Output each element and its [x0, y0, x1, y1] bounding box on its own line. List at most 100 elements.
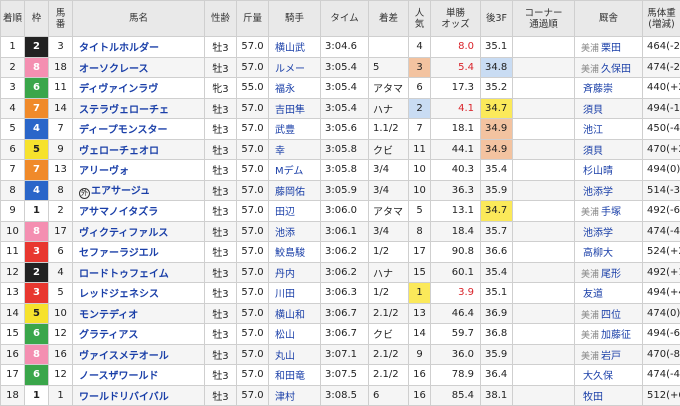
horse-name-link[interactable]: グラティアス — [73, 324, 205, 345]
jockey-link[interactable]: 川田 — [269, 283, 321, 304]
trainer-link[interactable]: 四位 — [601, 310, 621, 321]
jockey-link[interactable]: 横山和 — [269, 303, 321, 324]
horse-name-link[interactable]: ノースザワールド — [73, 365, 205, 386]
trainer-cell[interactable]: 牧田 — [575, 385, 643, 406]
jockey-link[interactable]: 幸 — [269, 139, 321, 160]
jockey-link[interactable]: ルメー — [269, 57, 321, 78]
horse-name-link[interactable]: タイトルホルダー — [73, 37, 205, 58]
trainer-cell[interactable]: 美浦久保田 — [575, 57, 643, 78]
trainer-cell[interactable]: 美浦四位 — [575, 303, 643, 324]
jockey-link[interactable]: 津村 — [269, 385, 321, 406]
header-corner[interactable]: コーナー通過順 — [513, 1, 575, 37]
ninki-cell: 9 — [409, 344, 431, 365]
last3f-cell: 38.1 — [481, 385, 513, 406]
header-ninki[interactable]: 人気 — [409, 1, 431, 37]
jockey-link[interactable]: 福永 — [269, 78, 321, 99]
umaban-cell: 3 — [49, 37, 73, 58]
trainer-link[interactable]: 岩戸 — [601, 351, 621, 362]
horse-name-link[interactable]: 外エアサージュ — [73, 180, 205, 201]
trainer-cell[interactable]: 美浦栗田 — [575, 37, 643, 58]
jockey-link[interactable]: 丹内 — [269, 262, 321, 283]
trainer-cell[interactable]: 池添学 — [575, 221, 643, 242]
trainer-cell[interactable]: 高柳大 — [575, 242, 643, 263]
trainer-link[interactable]: 池添学 — [583, 187, 613, 198]
horse-name-link[interactable]: ステラヴェローチェ — [73, 98, 205, 119]
horse-name-link[interactable]: ディープモンスター — [73, 119, 205, 140]
jockey-link[interactable]: 武豊 — [269, 119, 321, 140]
trainer-link[interactable]: 杉山晴 — [583, 166, 613, 177]
trainer-link[interactable]: 大久保 — [583, 371, 613, 382]
horse-name[interactable]: エアサージュ — [91, 186, 150, 197]
trainer-link[interactable]: 牧田 — [583, 392, 603, 403]
header-sexage[interactable]: 性齢 — [205, 1, 237, 37]
jockey-link[interactable]: 横山武 — [269, 37, 321, 58]
jockey-link[interactable]: 池添 — [269, 221, 321, 242]
header-trainer[interactable]: 厩舎 — [575, 1, 643, 37]
horse-name-link[interactable]: ディヴァインラヴ — [73, 78, 205, 99]
trainer-link[interactable]: 久保田 — [601, 64, 631, 75]
header-margin[interactable]: 着差 — [369, 1, 409, 37]
trainer-cell[interactable]: 美浦手塚 — [575, 201, 643, 222]
header-waku[interactable]: 枠 — [25, 1, 49, 37]
trainer-link[interactable]: 友道 — [583, 289, 603, 300]
trainer-link[interactable]: 尾形 — [601, 269, 621, 280]
horse-name-link[interactable]: モンテディオ — [73, 303, 205, 324]
trainer-cell[interactable]: 友道 — [575, 283, 643, 304]
trainer-cell[interactable]: 杉山晴 — [575, 160, 643, 181]
header-time[interactable]: タイム — [321, 1, 369, 37]
header-kinryo[interactable]: 斤量 — [237, 1, 269, 37]
header-umaban[interactable]: 馬番 — [49, 1, 73, 37]
table-row: 14510モンテディオ牡357.0横山和3:06.72.1/21346.436.… — [1, 303, 680, 324]
horse-name-link[interactable]: ヴェローチェオロ — [73, 139, 205, 160]
horse-name-link[interactable]: ワールドリバイバル — [73, 385, 205, 406]
jockey-link[interactable]: 和田竜 — [269, 365, 321, 386]
jockey-link[interactable]: 丸山 — [269, 344, 321, 365]
trainer-link[interactable]: 高柳大 — [583, 248, 613, 259]
jockey-link[interactable]: 藤岡佑 — [269, 180, 321, 201]
trainer-link[interactable]: 池江 — [583, 125, 603, 136]
horse-name-link[interactable]: レッドジェネシス — [73, 283, 205, 304]
trainer-cell[interactable]: 池添学 — [575, 180, 643, 201]
horse-name-link[interactable]: アサマノイタズラ — [73, 201, 205, 222]
trainer-link[interactable]: 手塚 — [601, 207, 621, 218]
jockey-link[interactable]: 松山 — [269, 324, 321, 345]
jockey-link[interactable]: 吉田隼 — [269, 98, 321, 119]
trainer-cell[interactable]: 池江 — [575, 119, 643, 140]
horse-name-link[interactable]: ヴィクティファルス — [73, 221, 205, 242]
trainer-link[interactable]: 斉藤崇 — [583, 84, 613, 95]
trainer-cell[interactable]: 須貝 — [575, 98, 643, 119]
corner-cell — [513, 221, 575, 242]
header-weight[interactable]: 馬体重(増減) — [643, 1, 680, 37]
header-odds[interactable]: 単勝オッズ — [431, 1, 481, 37]
jockey-link[interactable]: Mデム — [269, 160, 321, 181]
horse-name-link[interactable]: アリーヴォ — [73, 160, 205, 181]
sexage-cell: 牡3 — [205, 242, 237, 263]
margin-cell: クビ — [369, 324, 409, 345]
jockey-link[interactable]: 鮫島駿 — [269, 242, 321, 263]
trainer-cell[interactable]: 美浦尾形 — [575, 262, 643, 283]
trainer-cell[interactable]: 大久保 — [575, 365, 643, 386]
horse-name-link[interactable]: ロードトゥフェイム — [73, 262, 205, 283]
header-rank[interactable]: 着順 — [1, 1, 25, 37]
time-cell: 3:05.6 — [321, 119, 369, 140]
time-cell: 3:06.2 — [321, 262, 369, 283]
header-last3f[interactable]: 後3F — [481, 1, 513, 37]
trainer-cell[interactable]: 須貝 — [575, 139, 643, 160]
trainer-link[interactable]: 栗田 — [601, 43, 621, 54]
table-row: 1811ワールドリバイバル牡357.0津村3:08.561685.438.1牧田… — [1, 385, 680, 406]
trainer-link[interactable]: 須貝 — [583, 105, 603, 116]
sexage-cell: 牡3 — [205, 180, 237, 201]
trainer-link[interactable]: 加藤征 — [601, 330, 631, 341]
horse-name-link[interactable]: ヴァイスメテオール — [73, 344, 205, 365]
trainer-link[interactable]: 須貝 — [583, 146, 603, 157]
header-horse[interactable]: 馬名 — [73, 1, 205, 37]
trainer-cell[interactable]: 美浦加藤征 — [575, 324, 643, 345]
horse-name-link[interactable]: オーソクレース — [73, 57, 205, 78]
header-jockey[interactable]: 騎手 — [269, 1, 321, 37]
trainer-cell[interactable]: 美浦岩戸 — [575, 344, 643, 365]
jockey-link[interactable]: 田辺 — [269, 201, 321, 222]
trainer-cell[interactable]: 斉藤崇 — [575, 78, 643, 99]
trainer-link[interactable]: 池添学 — [583, 228, 613, 239]
sexage-cell: 牝3 — [205, 78, 237, 99]
horse-name-link[interactable]: セファーラジエル — [73, 242, 205, 263]
